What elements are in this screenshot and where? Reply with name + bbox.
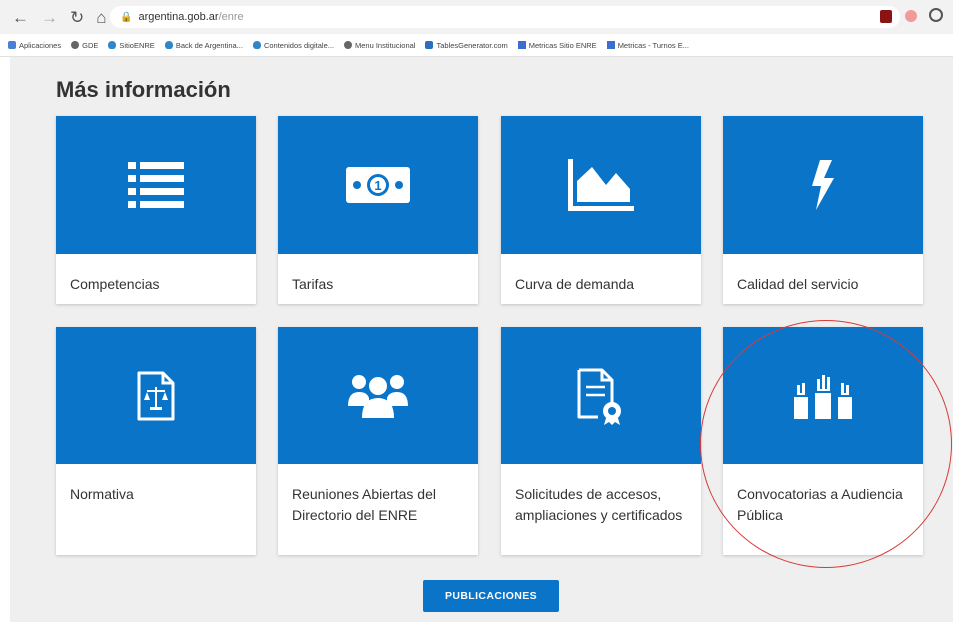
browser-toolbar: ← → ↻ ⌂ 🔒 argentina.gob.ar/enre ★ [0,0,953,34]
card-label: Solicitudes de accesos, ampliaciones y c… [515,486,683,523]
card-label: Tarifas [292,276,334,292]
card-icon-area [723,327,923,464]
url-host: argentina.gob.ar [138,11,219,23]
list-icon [128,162,184,208]
bookmark-item[interactable]: Metricas Sitio ENRE [517,41,597,50]
lightning-icon [812,160,834,210]
apps-grid-icon [8,41,16,49]
home-icon[interactable]: ⌂ [96,9,106,26]
area-chart-icon [568,159,634,211]
flame-icon [108,41,117,49]
card-icon-area [723,116,923,254]
card-label: Reuniones Abiertas del Directorio del EN… [292,486,436,523]
bookmark-item[interactable]: Metricas - Turnos E... [606,41,689,50]
people-group-icon [348,374,408,418]
bookmark-item[interactable]: GDE [71,41,98,50]
flame-icon [164,41,173,49]
banknote-icon: 1 [346,167,410,203]
bookmark-item[interactable]: Aplicaciones [8,41,61,50]
card-tarifas[interactable]: 1 Tarifas [278,116,478,304]
card-icon-area: 1 [278,116,478,254]
card-label: Calidad del servicio [737,276,859,292]
url-path: /enre [218,11,244,23]
analytics-icon [606,41,615,49]
card-competencias[interactable]: Competencias [56,116,256,304]
raised-hands-icon [794,374,852,419]
card-label: Curva de demanda [515,276,635,292]
bookmark-item[interactable]: Menu Institucional [344,41,415,50]
lock-icon: 🔒 [120,11,133,23]
bookmarks-bar: Aplicaciones GDE SitioENRE Back de Argen… [0,34,953,57]
bookmark-item[interactable]: TablesGenerator.com [425,41,508,50]
card-calidad-del-servicio[interactable]: Calidad del servicio [723,116,923,304]
address-bar[interactable]: 🔒 argentina.gob.ar/enre ★ [110,6,900,28]
card-icon-area [56,116,256,254]
card-icon-area [56,327,256,464]
card-icon-area [501,116,701,254]
globe-icon [344,41,352,49]
bookmark-item[interactable]: Back de Argentina... [164,41,243,50]
card-solicitudes[interactable]: Solicitudes de accesos, ampliaciones y c… [501,327,701,555]
extension-icon[interactable] [905,10,917,22]
section-title: Más información [56,77,231,102]
certificate-document-icon [577,368,621,425]
card-icon-area [278,327,478,464]
legal-document-icon [137,371,175,420]
card-label: Competencias [70,276,160,292]
globe-icon [71,41,80,49]
bookmark-item[interactable]: Contenidos digitale... [252,41,334,50]
card-label: Normativa [70,486,134,502]
card-icon-area [501,327,701,464]
analytics-icon [517,41,526,49]
card-label: Convocatorias a Audiencia Pública [737,486,903,523]
svg-text:1: 1 [374,178,381,193]
bookmark-item[interactable]: SitioENRE [108,41,155,50]
reload-icon[interactable]: ↻ [70,9,84,26]
back-arrow-icon[interactable]: ← [12,9,29,26]
card-reuniones-abiertas[interactable]: Reuniones Abiertas del Directorio del EN… [278,327,478,555]
forward-arrow-icon[interactable]: → [41,9,58,26]
card-curva-de-demanda[interactable]: Curva de demanda [501,116,701,304]
table-icon [425,41,434,49]
profile-icon[interactable] [929,8,943,22]
flame-icon [252,41,261,49]
card-normativa[interactable]: Normativa [56,327,256,555]
publicaciones-button[interactable]: PUBLICACIONES [423,580,559,612]
acrobat-extension-icon[interactable] [880,10,892,23]
card-convocatorias[interactable]: Convocatorias a Audiencia Pública [723,327,923,555]
